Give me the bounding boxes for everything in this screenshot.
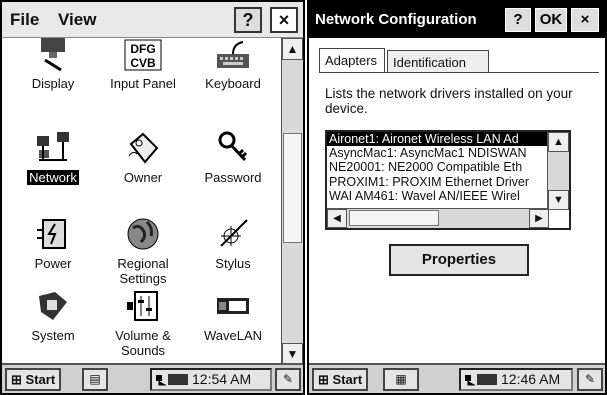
vertical-scrollbar[interactable]: ▲ ▼ (281, 38, 303, 365)
system-item[interactable]: System (8, 288, 98, 343)
regional-settings-icon (125, 216, 161, 252)
start-label: Start (332, 372, 363, 387)
item-label: Power (34, 256, 72, 271)
system-tray[interactable]: 12:46 AM (459, 368, 573, 391)
list-item[interactable]: WAI AM461: Wavel AN/IEEE Wirel (327, 189, 569, 203)
list-horizontal-scrollbar[interactable]: ◀ ▶ (327, 208, 549, 228)
network-status-icon (465, 374, 497, 386)
network-config-task-button[interactable]: ▦ (383, 368, 419, 391)
taskbar: ⊞ Start ▤ 12:54 AM ✎ (2, 363, 303, 393)
list-scroll-down-icon[interactable]: ▼ (548, 190, 569, 210)
volume-sounds-item[interactable]: Volume & Sounds (98, 288, 188, 358)
list-item[interactable]: NE20001: NE2000 Compatible Eth (327, 160, 569, 174)
list-scroll-right-icon[interactable]: ▶ (529, 209, 549, 228)
item-label: System (31, 328, 75, 343)
close-button[interactable]: × (571, 8, 599, 32)
help-button[interactable]: ? (234, 7, 262, 33)
scroll-down-arrow-icon[interactable]: ▼ (282, 343, 303, 365)
input-panel-item[interactable]: DFG CVB Input Panel (98, 38, 188, 91)
input-method-button[interactable]: ✎ (275, 368, 301, 391)
display-item[interactable]: Display (8, 38, 98, 91)
taskbar: ⊞ Start ▦ 12:46 AM ✎ (309, 363, 605, 393)
start-label: Start (25, 372, 56, 387)
clock: 12:46 AM (501, 371, 561, 387)
item-label: Input Panel (110, 76, 176, 91)
item-label: Regional Settings (117, 256, 169, 286)
system-tray[interactable]: 12:54 AM (150, 368, 272, 391)
network-configuration-window: Network Configuration ? OK × Adapters Id… (307, 0, 607, 395)
network-config-task-icon: ▦ (395, 372, 407, 386)
regional-settings-item[interactable]: Regional Settings (98, 216, 188, 286)
input-panel-keys-bottom: CVB (130, 56, 156, 70)
control-panel-task-button[interactable]: ▤ (82, 368, 108, 391)
view-menu[interactable]: View (54, 8, 100, 32)
tab-identification[interactable]: Identification (387, 50, 489, 73)
start-button[interactable]: ⊞ Start (312, 368, 369, 391)
owner-item[interactable]: Owner (98, 130, 188, 185)
list-item[interactable]: Aironet1: Aironet Wireless LAN Ad (327, 132, 569, 147)
item-label: Owner (123, 170, 163, 185)
owner-icon (125, 130, 161, 166)
tab-adapters[interactable]: Adapters (319, 48, 385, 73)
wavelan-item[interactable]: WaveLAN (188, 288, 278, 343)
adapter-list[interactable]: Aironet1: Aironet Wireless LAN Ad AsyncM… (325, 130, 571, 230)
network-icon (35, 130, 71, 166)
control-panel-task-icon: ▤ (89, 372, 101, 386)
power-icon (35, 216, 71, 252)
wavelan-icon (215, 288, 251, 324)
clock: 12:54 AM (192, 371, 252, 387)
item-label: Password (204, 170, 262, 185)
close-button[interactable]: × (270, 7, 298, 33)
ok-button[interactable]: OK (535, 8, 567, 32)
network-item[interactable]: Network (8, 130, 98, 185)
password-item[interactable]: Password (188, 130, 278, 185)
volume-sounds-icon (125, 288, 161, 324)
keyboard-item[interactable]: Keyboard (188, 38, 278, 91)
scroll-thumb[interactable] (283, 133, 302, 243)
list-item[interactable]: AsyncMac1: AsyncMac1 NDISWAN (327, 146, 569, 160)
input-panel-toggle-icon: ✎ (584, 372, 596, 386)
scroll-up-arrow-icon[interactable]: ▲ (282, 38, 303, 60)
help-button[interactable]: ? (505, 8, 531, 32)
display-icon (35, 38, 71, 72)
input-method-button[interactable]: ✎ (577, 368, 603, 391)
network-status-icon (156, 374, 188, 386)
item-label: WaveLAN (203, 328, 263, 343)
item-label: Display (31, 76, 75, 91)
keyboard-icon (215, 38, 251, 72)
system-icon (35, 288, 71, 324)
tab-divider (319, 72, 599, 73)
control-panel-window: File View ? × Display DFG CVB Input Pane… (0, 0, 305, 395)
menu-bar: File View ? × (2, 2, 303, 38)
file-menu[interactable]: File (6, 8, 43, 32)
title-bar: Network Configuration ? OK × (309, 2, 605, 38)
stylus-item[interactable]: Stylus (188, 216, 278, 271)
list-vertical-scrollbar[interactable]: ▲ ▼ (547, 132, 569, 210)
item-label: Network (27, 170, 79, 185)
list-scroll-up-icon[interactable]: ▲ (548, 132, 569, 152)
input-panel-toggle-icon: ✎ (282, 372, 294, 386)
list-scroll-thumb[interactable] (349, 210, 439, 226)
power-item[interactable]: Power (8, 216, 98, 271)
list-scroll-left-icon[interactable]: ◀ (327, 209, 347, 228)
window-title: Network Configuration (315, 11, 477, 28)
password-icon (215, 130, 251, 166)
windows-logo-icon: ⊞ (318, 372, 329, 387)
input-panel-icon: DFG CVB (123, 38, 163, 72)
item-label: Stylus (215, 256, 251, 271)
adapters-description: Lists the network drivers installed on y… (325, 86, 573, 116)
item-label: Volume & Sounds (115, 328, 171, 358)
list-item[interactable]: PROXIM1: PROXIM Ethernet Driver (327, 175, 569, 189)
start-button[interactable]: ⊞ Start (5, 368, 62, 391)
stylus-icon (215, 216, 251, 252)
windows-logo-icon: ⊞ (11, 372, 22, 387)
properties-button[interactable]: Properties (389, 244, 529, 276)
item-label: Keyboard (205, 76, 261, 91)
input-panel-keys-top: DFG (130, 42, 155, 56)
